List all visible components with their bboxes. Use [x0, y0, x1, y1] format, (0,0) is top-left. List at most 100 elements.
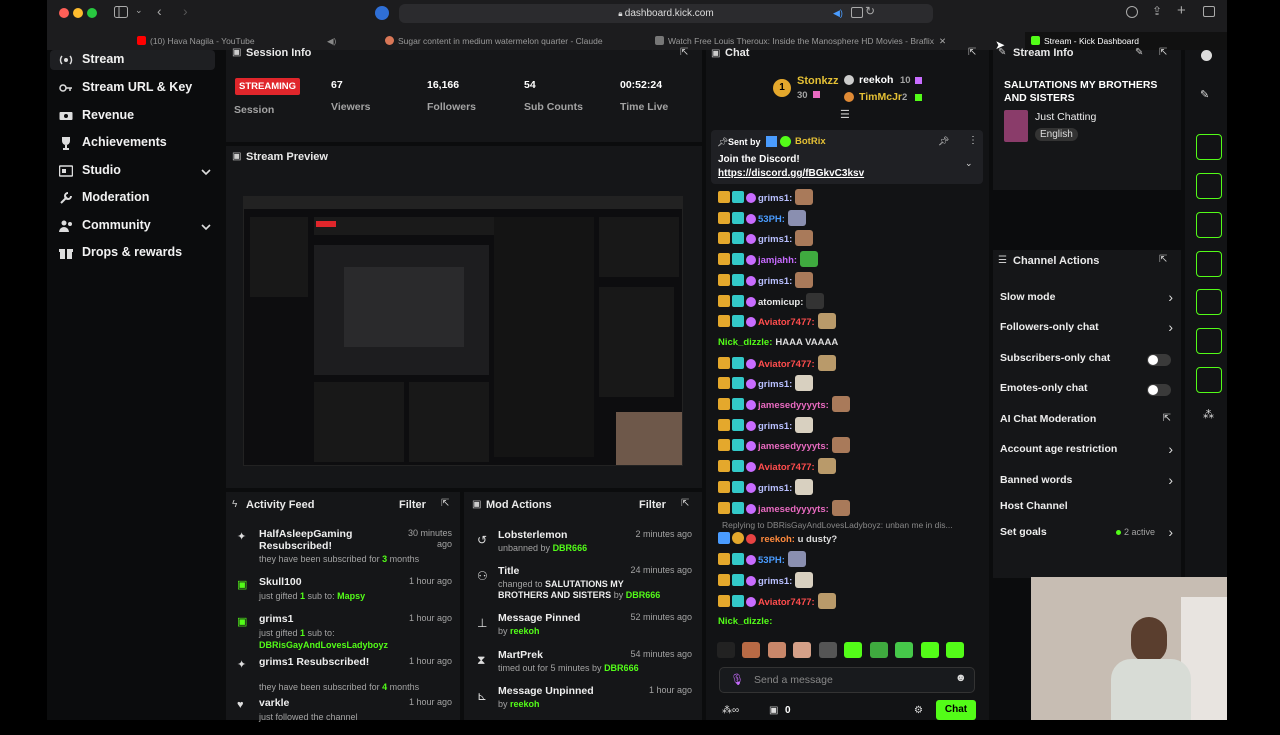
gifter-name[interactable]: reekoh	[859, 74, 893, 86]
emote-icon[interactable]	[946, 642, 965, 658]
emote-icon[interactable]	[895, 642, 914, 658]
chat-message[interactable]: 53PH:	[718, 551, 806, 569]
toggle-switch[interactable]	[1147, 354, 1171, 366]
chat-message[interactable]: jamjahh:	[718, 251, 819, 269]
chat-username[interactable]: grims1:	[758, 379, 792, 390]
more-options-icon[interactable]: ⋮	[968, 135, 978, 146]
mod-username[interactable]: reekoh	[510, 699, 540, 709]
emote-icon[interactable]	[795, 572, 814, 588]
close-window-button[interactable]	[59, 8, 69, 18]
broadcast-tool-button[interactable]	[1196, 289, 1222, 315]
activity-name[interactable]: Skull100	[259, 576, 384, 588]
category-thumbnail[interactable]	[1004, 110, 1028, 142]
emote-icon[interactable]	[795, 416, 814, 433]
emote-icon[interactable]	[795, 189, 814, 205]
pinned-sender[interactable]: BotRix	[795, 136, 826, 147]
chat-message[interactable]: atomicup:	[718, 292, 825, 311]
chat-username[interactable]: reekoh:	[761, 534, 795, 545]
chat-username[interactable]: grims1:	[758, 483, 792, 494]
pinned-link[interactable]: https://discord.gg/fBGkvC3ksv	[718, 168, 864, 179]
chat-username[interactable]: Nick_dizzle:	[718, 616, 772, 627]
send-chat-button[interactable]: Chat	[936, 700, 976, 720]
emote-icon[interactable]	[818, 642, 837, 658]
chat-message[interactable]: jamesedyyyyts:	[718, 499, 850, 518]
chat-message[interactable]: Aviator7477:	[718, 354, 836, 373]
mod-username[interactable]: DBR666	[553, 543, 588, 553]
chat-message[interactable]: Nick_dizzle: HAAA VAAAA	[718, 334, 838, 352]
activity-recipient[interactable]: DBRisGayAndLovesLadyboyz	[259, 640, 388, 650]
chat-message[interactable]: jamesedyyyyts:	[718, 396, 850, 414]
emote-icon[interactable]	[817, 458, 836, 475]
emote-icon[interactable]	[869, 642, 888, 658]
chat-username[interactable]: atomicup:	[758, 297, 803, 308]
emote-icon[interactable]	[787, 209, 806, 226]
layout-tool-button[interactable]	[1196, 328, 1222, 354]
mod-action-item[interactable]: ↺ Lobsterlemon unbanned by DBR666 2 minutes…	[464, 529, 702, 565]
chat-username[interactable]: Aviator7477:	[758, 462, 815, 473]
emote-icon[interactable]	[787, 551, 806, 567]
emote-icon[interactable]	[795, 375, 814, 392]
emote-icon[interactable]	[795, 478, 814, 495]
chat-message[interactable]: grims1:	[718, 230, 814, 248]
popout-icon[interactable]: ⇱	[968, 47, 976, 58]
maximize-window-button[interactable]	[87, 8, 97, 18]
chat-message[interactable]: grims1:	[718, 271, 814, 290]
chat-input-box[interactable]: 🎙︎ Send a message ☻	[719, 667, 975, 693]
chat-message[interactable]: grims1:	[718, 416, 814, 435]
chat-username[interactable]: Aviator7477:	[758, 597, 815, 608]
activity-name[interactable]: varkle	[259, 697, 384, 709]
emote-icon[interactable]	[817, 354, 836, 371]
channel-action-set-goals[interactable]: Set goals › 2 active	[993, 524, 1181, 543]
edit-icon[interactable]: ✎	[1200, 88, 1209, 101]
mod-username[interactable]: DBR666	[604, 663, 639, 673]
chat-username[interactable]: grims1:	[758, 193, 792, 204]
emote-icon[interactable]	[817, 593, 836, 609]
chat-message[interactable]: grims1:	[718, 189, 814, 207]
popout-icon[interactable]: ⇱	[680, 47, 688, 58]
chat-username[interactable]: 53PH:	[758, 214, 785, 225]
popout-icon[interactable]: ⇱	[1159, 47, 1167, 58]
stream-preview-video[interactable]	[243, 196, 683, 466]
mod-action-name[interactable]: Message Unpinned	[498, 685, 594, 697]
activity-item[interactable]: ▣ Skull100 just gifted 1 sub to: Mapsy 1 ho…	[226, 576, 460, 614]
chat-username[interactable]: jamesedyyyyts:	[758, 400, 829, 411]
emote-icon[interactable]	[831, 396, 850, 412]
chat-tool-button[interactable]	[1196, 251, 1222, 277]
emote-icon[interactable]	[920, 642, 939, 658]
chat-username[interactable]: 53PH:	[758, 555, 785, 566]
back-icon[interactable]: ‹	[157, 3, 162, 19]
mute-tab-icon[interactable]: ◀︎)	[327, 32, 336, 50]
mod-action-name[interactable]: Message Pinned	[498, 612, 580, 624]
toggle-switch[interactable]	[1147, 384, 1171, 396]
activity-filter-button[interactable]: Filter	[399, 499, 426, 511]
activity-name[interactable]: grims1 Resubscribed!	[259, 656, 384, 668]
emote-icon[interactable]	[767, 642, 786, 658]
leaderboard-expand-icon[interactable]: ☰	[840, 108, 850, 121]
activity-item[interactable]: ♥ varkle just followed the channel 1 hour a…	[226, 697, 460, 735]
share-icon[interactable]: ⇪	[1152, 4, 1162, 18]
mod-username[interactable]: DBR666	[626, 590, 661, 600]
clip-tool-button[interactable]	[1196, 134, 1222, 160]
microphone-icon[interactable]: 🎙︎	[730, 673, 744, 686]
channel-action-subscribers-only-chat[interactable]: Subscribers-only chat	[993, 351, 1181, 369]
chat-message[interactable]: grims1:	[718, 478, 814, 497]
chat-message[interactable]: Aviator7477:	[718, 593, 836, 611]
chat-message[interactable]: jamesedyyyyts:	[718, 437, 850, 455]
chat-message[interactable]: Aviator7477:	[718, 313, 836, 331]
chevron-down-icon[interactable]: ⌄	[965, 158, 973, 169]
emote-icon[interactable]	[806, 292, 825, 309]
popout-icon[interactable]: ⇱	[681, 498, 689, 509]
chat-username[interactable]: grims1:	[758, 421, 792, 432]
chat-username[interactable]: Aviator7477:	[758, 359, 815, 370]
forward-icon[interactable]: ›	[183, 3, 188, 19]
translate-icon[interactable]	[851, 7, 863, 18]
reload-icon[interactable]: ↻	[865, 4, 875, 18]
mod-username[interactable]: reekoh	[510, 626, 540, 636]
sidebar-toggle-icon[interactable]	[114, 6, 128, 18]
activity-item[interactable]: ✦ HalfAsleepGaming Resubscribed! they have…	[226, 528, 460, 566]
channel-action-banned-words[interactable]: Banned words ›	[993, 472, 1181, 491]
emote-icon[interactable]	[795, 230, 814, 247]
chat-username[interactable]: jamesedyyyyts:	[758, 504, 829, 515]
channel-action-emotes-only-chat[interactable]: Emotes-only chat	[993, 381, 1181, 399]
gift-sub-icon[interactable]: ▣	[769, 705, 778, 716]
